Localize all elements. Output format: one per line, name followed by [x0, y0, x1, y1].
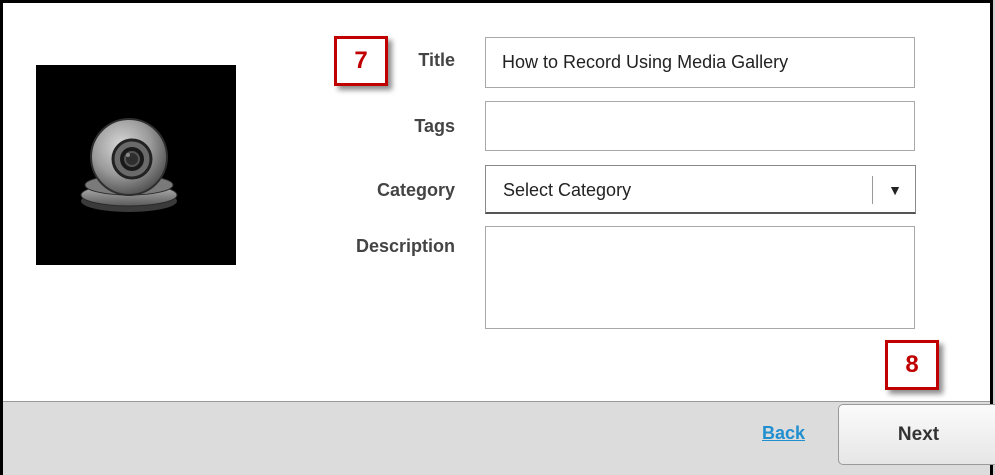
select-divider — [872, 176, 873, 204]
title-input[interactable]: How to Record Using Media Gallery — [485, 37, 915, 88]
webcam-icon — [80, 118, 178, 212]
title-label: Title — [418, 50, 455, 70]
back-link[interactable]: Back — [762, 423, 805, 444]
upload-details-window: 7 Title How to Record Using Media Galler… — [0, 0, 995, 475]
next-button[interactable]: Next — [838, 404, 995, 465]
category-label: Category — [376, 180, 455, 200]
description-textarea[interactable] — [485, 226, 915, 329]
description-label: Description — [355, 236, 455, 256]
category-select[interactable]: Select Category ▼ — [485, 165, 916, 214]
title-input-value: How to Record Using Media Gallery — [502, 52, 789, 72]
media-thumbnail — [36, 65, 236, 265]
window-border-top — [0, 0, 995, 3]
tags-label: Tags — [414, 116, 455, 136]
tags-input[interactable] — [485, 101, 915, 151]
step-8-callout: 8 — [885, 340, 939, 390]
category-select-value: Select Category — [503, 180, 632, 200]
chevron-down-icon[interactable]: ▼ — [884, 166, 906, 214]
